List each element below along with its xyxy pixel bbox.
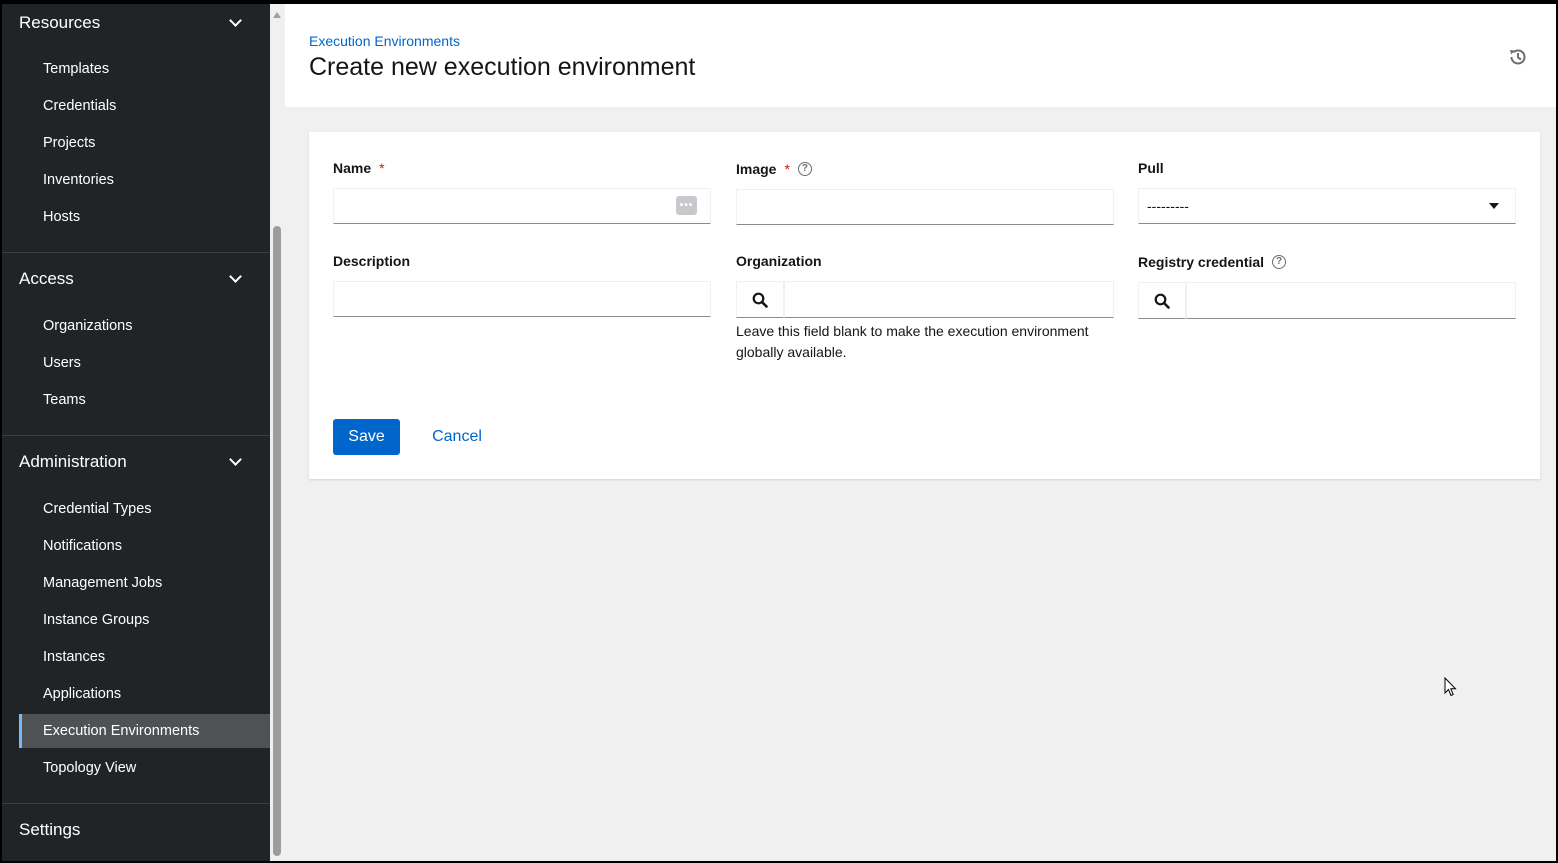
app-frame: Resources Templates Credentials Projects… — [2, 4, 1556, 861]
chevron-down-icon — [229, 14, 242, 27]
required-asterisk: * — [379, 160, 385, 176]
nav-group-access[interactable]: Access — [2, 260, 270, 298]
search-icon — [752, 292, 768, 308]
registry-credential-search-button[interactable] — [1138, 282, 1186, 319]
sidebar-nav: Resources Templates Credentials Projects… — [2, 4, 270, 861]
sidebar-item-notifications[interactable]: Notifications — [19, 529, 270, 563]
organization-lookup — [736, 281, 1114, 318]
sidebar-item-management-jobs[interactable]: Management Jobs — [19, 566, 270, 600]
help-icon[interactable]: ? — [1272, 255, 1287, 269]
registry-credential-lookup — [1138, 282, 1516, 319]
caret-down-icon — [1489, 203, 1499, 209]
save-button[interactable]: Save — [333, 419, 400, 455]
name-field-wrap: ••• — [333, 188, 711, 224]
scrollbar-thumb[interactable] — [273, 226, 281, 856]
nav-group-label: Settings — [19, 820, 81, 839]
history-icon[interactable] — [1508, 47, 1528, 67]
sidebar-item-instances[interactable]: Instances — [19, 640, 270, 674]
sidebar-item-instance-groups[interactable]: Instance Groups — [19, 603, 270, 637]
required-asterisk: * — [784, 161, 790, 177]
sidebar-item-templates[interactable]: Templates — [19, 52, 270, 86]
help-icon[interactable]: ? — [797, 162, 812, 176]
nav-group-label: Access — [19, 269, 74, 288]
name-label-text: Name — [333, 160, 372, 176]
registry-credential-label: Registry credential ? — [1138, 254, 1287, 270]
nav-group-label: Resources — [19, 13, 101, 32]
sidebar-item-organizations[interactable]: Organizations — [19, 309, 270, 343]
nav-group-administration[interactable]: Administration — [2, 443, 270, 481]
pull-select[interactable]: --------- — [1138, 188, 1516, 224]
form-card: Name * ••• Image * ? Pull --------- Desc… — [309, 132, 1540, 479]
chevron-down-icon — [229, 270, 242, 283]
registry-credential-input[interactable] — [1186, 282, 1516, 319]
nav-group-label: Administration — [19, 452, 127, 471]
nav-divider — [2, 435, 270, 436]
image-input[interactable] — [736, 189, 1114, 225]
sidebar-item-credentials[interactable]: Credentials — [19, 89, 270, 123]
nav-divider — [2, 803, 270, 804]
organization-label: Organization — [736, 253, 822, 269]
sidebar-item-projects[interactable]: Projects — [19, 126, 270, 160]
nav-divider — [2, 252, 270, 253]
name-label: Name * — [333, 160, 385, 176]
nav-group-settings[interactable]: Settings — [2, 811, 270, 849]
description-label: Description — [333, 253, 411, 269]
image-label-text: Image — [736, 161, 777, 177]
sidebar-item-topology-view[interactable]: Topology View — [19, 751, 270, 785]
page-title: Create new execution environment — [309, 53, 696, 81]
breadcrumb-execution-environments[interactable]: Execution Environments — [309, 33, 460, 49]
chevron-down-icon — [229, 453, 242, 466]
sidebar-item-credential-types[interactable]: Credential Types — [19, 492, 270, 526]
organization-helper-text: Leave this field blank to make the execu… — [736, 323, 1089, 360]
search-icon — [1154, 293, 1170, 309]
nav-group-resources[interactable]: Resources — [2, 4, 270, 42]
organization-search-button[interactable] — [736, 281, 784, 318]
cancel-button[interactable]: Cancel — [424, 419, 490, 455]
sidebar-item-applications[interactable]: Applications — [19, 677, 270, 711]
image-label: Image * ? — [736, 161, 812, 177]
description-input[interactable] — [333, 281, 711, 317]
organization-input[interactable] — [784, 281, 1114, 318]
pull-label: Pull — [1138, 160, 1164, 176]
registry-credential-label-text: Registry credential — [1138, 254, 1265, 270]
name-input[interactable] — [333, 188, 711, 224]
sidebar-scrollbar[interactable] — [270, 4, 284, 861]
mouse-cursor-icon — [1444, 677, 1457, 697]
sidebar-item-inventories[interactable]: Inventories — [19, 163, 270, 197]
password-manager-icon[interactable]: ••• — [676, 196, 697, 215]
pull-selected-value: --------- — [1147, 198, 1189, 214]
sidebar-item-users[interactable]: Users — [19, 346, 270, 380]
sidebar-item-hosts[interactable]: Hosts — [19, 200, 270, 234]
sidebar-item-teams[interactable]: Teams — [19, 383, 270, 417]
page-header: Execution Environments Create new execut… — [285, 4, 1556, 107]
scroll-up-arrow-icon[interactable] — [273, 12, 281, 18]
sidebar-item-execution-environments[interactable]: Execution Environments — [19, 714, 270, 748]
